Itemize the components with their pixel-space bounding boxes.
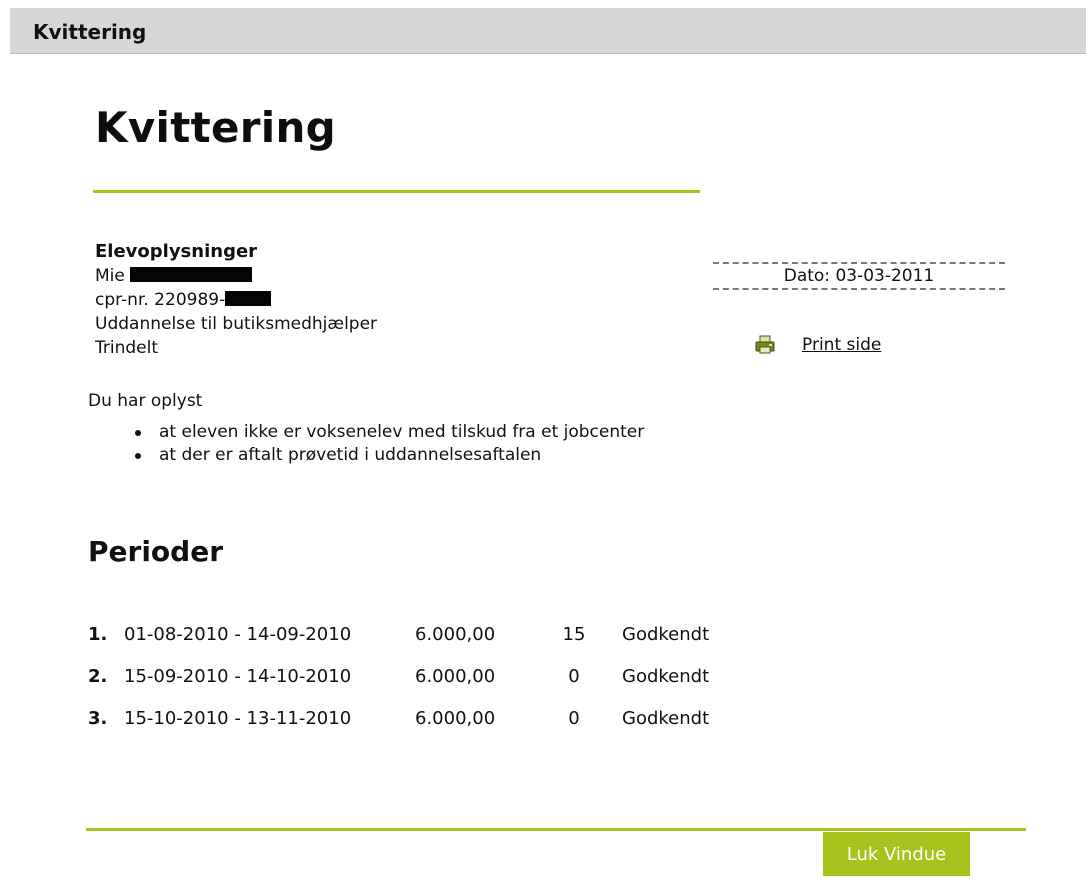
period-range: 01-08-2010 - 14-09-2010 — [124, 624, 352, 645]
period-range: 15-10-2010 - 13-11-2010 — [124, 708, 352, 729]
student-cpr-line: cpr-nr. 220989- — [95, 288, 377, 312]
period-amount: 6.000,00 — [415, 666, 496, 687]
print-page-link[interactable]: Print side — [802, 335, 881, 355]
student-step: Trindelt — [95, 338, 159, 358]
period-amount: 6.000,00 — [415, 708, 496, 729]
declaration-list: at eleven ikke er voksenelev med tilskud… — [131, 421, 644, 467]
receipt-date: Dato: 03-03-2011 — [713, 262, 1005, 290]
student-education: Uddannelse til butiksmedhjælper — [95, 314, 378, 334]
window-titlebar: Kvittering — [10, 8, 1086, 54]
redacted-cpr-suffix — [225, 291, 272, 306]
period-status: Godkendt — [622, 708, 710, 729]
period-days: 15 — [562, 624, 586, 645]
page-title: Kvittering — [95, 103, 337, 152]
declaration-item: at eleven ikke er voksenelev med tilskud… — [131, 421, 644, 444]
period-amount: 6.000,00 — [415, 624, 496, 645]
period-number: 2. — [88, 666, 108, 687]
student-first-name: Mie — [95, 266, 125, 286]
period-status: Godkendt — [622, 666, 710, 687]
window-title: Kvittering — [33, 20, 147, 44]
student-name-line: Mie — [95, 264, 377, 288]
declaration-item: at der er aftalt prøvetid i uddannelsesa… — [131, 444, 644, 467]
period-status: Godkendt — [622, 624, 710, 645]
period-number: 3. — [88, 708, 108, 729]
student-section-title: Elevoplysninger — [95, 241, 258, 262]
heading-divider — [93, 190, 700, 193]
periods-title: Perioder — [88, 535, 223, 568]
close-window-button[interactable]: Luk Vindue — [823, 832, 970, 876]
period-range: 15-09-2010 - 14-10-2010 — [124, 666, 352, 687]
period-days: 0 — [568, 666, 580, 687]
redacted-surname — [130, 267, 253, 282]
student-cpr-label: cpr-nr. 220989- — [95, 290, 226, 310]
period-number: 1. — [88, 624, 108, 645]
footer-divider — [86, 828, 1026, 831]
student-info: Elevoplysninger Mie cpr-nr. 220989- Udda… — [95, 240, 377, 360]
print-link-row[interactable]: Print side — [755, 332, 881, 358]
period-days: 0 — [568, 708, 580, 729]
printer-icon[interactable] — [755, 335, 775, 355]
declaration-intro: Du har oplyst — [88, 391, 203, 411]
